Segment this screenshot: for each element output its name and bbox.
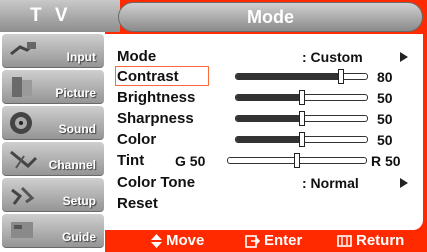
contrast-slider[interactable] — [235, 69, 368, 84]
mode-label: Mode — [117, 48, 157, 65]
setup-satellite-icon — [11, 186, 35, 205]
arrow-right-icon — [400, 178, 408, 188]
return-icon — [337, 235, 352, 247]
menu-row-reset[interactable]: Reset — [117, 195, 417, 213]
tint-label: Tint — [117, 152, 145, 169]
sidebar-item-label: Sound — [58, 122, 96, 136]
reset-label: Reset — [117, 195, 158, 212]
sidebar-item-label: Channel — [48, 158, 96, 172]
menu-row-sharpness[interactable]: Sharpness 50 — [117, 110, 417, 128]
brightness-slider[interactable] — [235, 90, 368, 105]
footer-hints: Move Enter Return — [105, 230, 423, 252]
menu-row-brightness[interactable]: Brightness 50 — [117, 89, 417, 107]
sidebar: Input Picture Sound Channel Setup Guide — [0, 32, 105, 252]
sidebar-item-input[interactable]: Input — [2, 34, 104, 68]
sharpness-label: Sharpness — [117, 110, 194, 127]
return-label: Return — [356, 232, 405, 249]
slider-fill — [236, 137, 302, 142]
contrast-value: 80 — [377, 69, 393, 85]
return-hint: Return — [337, 232, 404, 250]
slider-fill — [236, 95, 302, 100]
enter-hint: Enter — [245, 232, 302, 250]
sidebar-item-picture[interactable]: Picture — [2, 70, 104, 104]
color-label: Color — [117, 131, 157, 148]
channel-antenna-icon — [10, 150, 38, 169]
sidebar-item-label: Guide — [61, 230, 96, 244]
tv-osd-screen: T V Mode Input Picture Sound Channel Set… — [0, 0, 427, 252]
mode-value: : Custom — [302, 49, 363, 65]
speaker-icon — [10, 112, 32, 134]
sidebar-item-label: Setup — [62, 194, 96, 208]
picture-icon — [12, 77, 32, 97]
slider-fill — [236, 74, 341, 79]
sidebar-item-guide[interactable]: Guide — [2, 214, 104, 248]
tv-tab: T V — [0, 0, 120, 32]
sidebar-item-label: Picture — [55, 86, 96, 100]
color-tone-value: : Normal — [302, 175, 359, 191]
move-label: Move — [166, 232, 205, 249]
mode-menu-panel: Mode : Custom Contrast 80 Brightness 50 … — [105, 34, 423, 230]
slider-knob[interactable] — [298, 132, 305, 147]
slider-knob[interactable] — [298, 111, 305, 126]
sidebar-item-label: Input — [66, 50, 96, 64]
sidebar-item-sound[interactable]: Sound — [2, 106, 104, 140]
slider-knob[interactable] — [294, 153, 300, 168]
contrast-label: Contrast — [117, 68, 179, 85]
menu-row-color[interactable]: Color 50 — [117, 131, 417, 149]
enter-label: Enter — [264, 232, 303, 249]
color-value: 50 — [377, 132, 393, 148]
slider-fill — [236, 116, 302, 121]
menu-title-bar: Mode — [118, 2, 423, 32]
menu-row-mode[interactable]: Mode : Custom — [117, 48, 417, 66]
sidebar-item-channel[interactable]: Channel — [2, 142, 104, 176]
arrow-right-icon — [400, 52, 408, 62]
sharpness-slider[interactable] — [235, 111, 368, 126]
menu-row-tint[interactable]: Tint G 50 R 50 — [117, 152, 417, 170]
color-tone-label: Color Tone — [117, 174, 196, 191]
menu-row-color-tone[interactable]: Color Tone : Normal — [117, 174, 417, 192]
input-plug-icon — [10, 42, 36, 56]
sharpness-value: 50 — [377, 111, 393, 127]
sidebar-item-setup[interactable]: Setup — [2, 178, 104, 212]
slider-knob[interactable] — [337, 69, 344, 84]
tint-green-value: G 50 — [175, 153, 206, 169]
enter-icon — [245, 234, 260, 248]
brightness-label: Brightness — [117, 89, 196, 106]
tint-slider[interactable] — [227, 153, 367, 168]
brightness-value: 50 — [377, 90, 393, 106]
up-down-arrow-icon — [151, 234, 162, 249]
menu-row-contrast[interactable]: Contrast 80 — [117, 68, 417, 86]
slider-knob[interactable] — [298, 90, 305, 105]
move-hint: Move — [151, 232, 204, 250]
tint-red-value: R 50 — [371, 153, 401, 169]
guide-icon — [11, 222, 33, 238]
color-slider[interactable] — [235, 132, 368, 147]
menu-title: Mode — [247, 7, 294, 27]
